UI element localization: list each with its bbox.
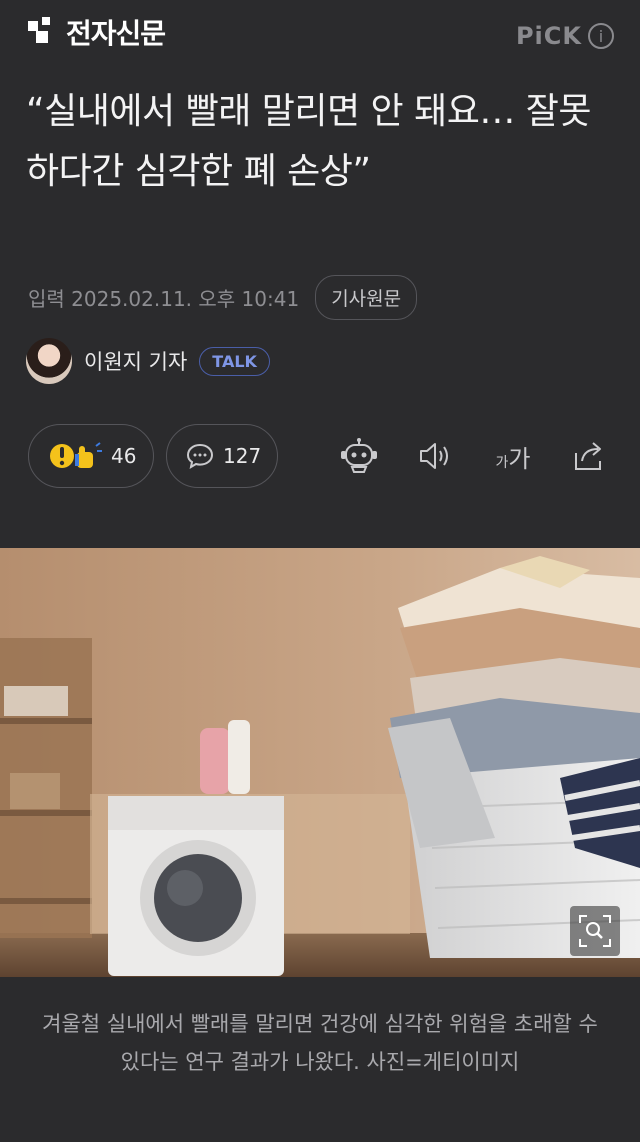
reaction-emoji-icon: [50, 442, 102, 468]
image-zoom-button[interactable]: [570, 906, 620, 956]
publisher-logo[interactable]: 전자신문: [26, 12, 166, 52]
zoom-magnifier-icon: [579, 915, 611, 947]
ai-summary-robot-button[interactable]: [338, 436, 380, 476]
text-to-speech-button[interactable]: [414, 436, 456, 476]
original-article-button[interactable]: 기사원문: [315, 275, 418, 320]
reaction-button[interactable]: 46: [28, 424, 154, 488]
action-bar: 46 127 가가: [28, 424, 612, 490]
info-icon[interactable]: i: [588, 23, 614, 49]
logo-text: 전자신문: [66, 17, 166, 50]
article-title: “실내에서 빨래 말리면 안 돼요… 잘못하다간 심각한 폐 손상”: [26, 91, 592, 192]
article-photo[interactable]: [0, 548, 640, 977]
speaker-icon: [420, 443, 448, 469]
talk-badge[interactable]: TALK: [199, 346, 270, 376]
font-size-button[interactable]: 가가: [490, 436, 536, 476]
article-meta: 입력 2025.02.11. 오후 10:41 기사원문: [28, 275, 418, 320]
pick-label: PiCK: [515, 22, 582, 50]
share-icon: [575, 442, 601, 470]
reaction-count: 46: [111, 444, 137, 468]
pick-badge[interactable]: PiCK i: [516, 22, 614, 50]
image-caption: 겨울철 실내에서 빨래를 말리면 건강에 심각한 위험을 초래할 수 있다는 연…: [42, 1012, 598, 1074]
laundry-basket-photo: [0, 548, 640, 977]
comment-bubble-icon: [186, 443, 214, 470]
robot-icon: [341, 438, 377, 473]
author-name[interactable]: 이원지 기자: [84, 346, 187, 376]
share-button[interactable]: [568, 436, 610, 476]
author-avatar[interactable]: [26, 338, 72, 384]
logo-mark-icon: [26, 15, 60, 49]
comment-button[interactable]: 127: [166, 424, 278, 488]
top-bar: 전자신문 PiCK i: [0, 0, 640, 80]
published-date: 입력 2025.02.11. 오후 10:41: [28, 287, 300, 311]
author-row[interactable]: 이원지 기자 TALK: [26, 338, 270, 384]
font-size-label: 가가: [495, 444, 531, 473]
comment-count: 127: [223, 444, 262, 468]
